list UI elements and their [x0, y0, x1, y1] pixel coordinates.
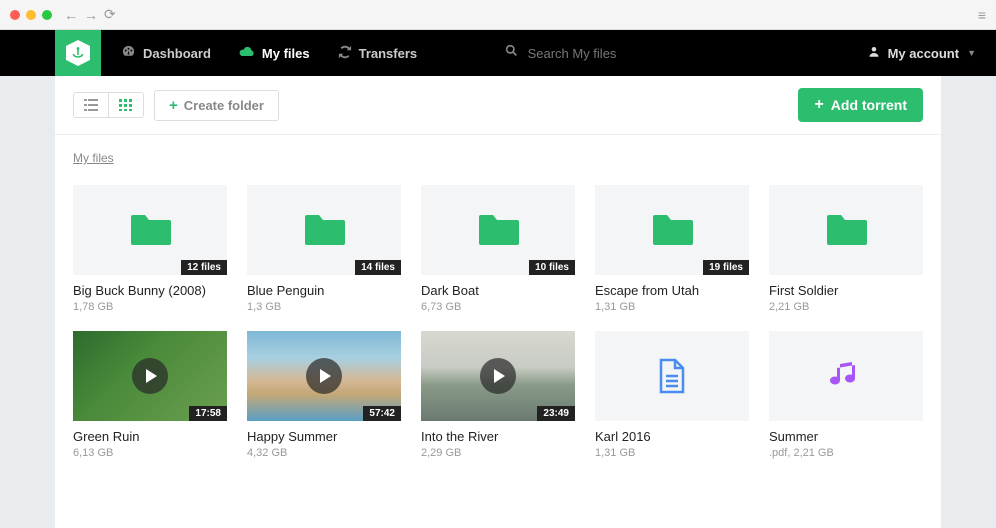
account-label: My account — [888, 46, 960, 61]
button-label: Add torrent — [831, 97, 907, 113]
file-card[interactable]: 10 files Dark Boat 6,73 GB — [421, 185, 575, 313]
file-card[interactable]: 19 files Escape from Utah 1,31 GB — [595, 185, 749, 313]
nav-label: Transfers — [359, 46, 418, 61]
search-area — [505, 30, 648, 76]
folder-icon — [129, 213, 171, 247]
duration-badge: 57:42 — [363, 406, 401, 421]
file-title: Into the River — [421, 429, 575, 444]
file-title: Karl 2016 — [595, 429, 749, 444]
file-title: Summer — [769, 429, 923, 444]
duration-badge: 23:49 — [537, 406, 575, 421]
search-icon — [505, 44, 518, 62]
file-card[interactable]: 57:42 Happy Summer 4,32 GB — [247, 331, 401, 459]
file-meta: 4,32 GB — [247, 447, 401, 459]
file-count-badge: 12 files — [181, 260, 227, 275]
thumbnail: 19 files — [595, 185, 749, 275]
file-meta: 1,31 GB — [595, 301, 749, 313]
back-arrow-icon[interactable]: ← — [64, 7, 78, 23]
file-title: Green Ruin — [73, 429, 227, 444]
music-icon — [830, 360, 862, 392]
close-window-icon[interactable] — [10, 10, 20, 20]
breadcrumb[interactable]: My files — [55, 135, 941, 175]
file-card[interactable]: 12 files Big Buck Bunny (2008) 1,78 GB — [73, 185, 227, 313]
nav-label: My files — [262, 46, 310, 61]
file-meta: 6,73 GB — [421, 301, 575, 313]
nav-myfiles[interactable]: My files — [239, 46, 310, 61]
grid-icon — [119, 99, 133, 111]
file-card[interactable]: 14 files Blue Penguin 1,3 GB — [247, 185, 401, 313]
file-card[interactable]: 23:49 Into the River 2,29 GB — [421, 331, 575, 459]
thumbnail: 23:49 — [421, 331, 575, 421]
thumbnail — [769, 185, 923, 275]
account-menu[interactable]: My account ▼ — [868, 30, 976, 76]
nav-label: Dashboard — [143, 46, 211, 61]
add-torrent-button[interactable]: + Add torrent — [798, 88, 923, 122]
thumbnail: 57:42 — [247, 331, 401, 421]
file-meta: .pdf, 2,21 GB — [769, 447, 923, 459]
file-title: First Soldier — [769, 283, 923, 298]
folder-icon — [477, 213, 519, 247]
thumbnail: 12 files — [73, 185, 227, 275]
button-label: Create folder — [184, 98, 264, 113]
list-icon — [84, 99, 98, 111]
folder-icon — [651, 213, 693, 247]
window-controls — [10, 10, 52, 20]
folder-icon — [303, 213, 345, 247]
file-card[interactable]: Karl 2016 1,31 GB — [595, 331, 749, 459]
grid-view-button[interactable] — [108, 93, 143, 117]
file-title: Escape from Utah — [595, 283, 749, 298]
dashboard-icon — [121, 44, 136, 62]
thumbnail — [595, 331, 749, 421]
forward-arrow-icon[interactable]: → — [84, 7, 98, 23]
file-meta: 2,21 GB — [769, 301, 923, 313]
content-panel: + Create folder + Add torrent My files 1… — [55, 76, 941, 528]
user-icon — [868, 45, 880, 61]
plus-icon: + — [169, 97, 178, 114]
top-nav: Dashboard My files Transfers My account … — [0, 30, 996, 76]
maximize-window-icon[interactable] — [42, 10, 52, 20]
search-input[interactable] — [528, 46, 648, 61]
folder-icon — [825, 213, 867, 247]
browser-chrome: ← → ⟳ ≡ — [0, 0, 996, 30]
thumbnail: 10 files — [421, 185, 575, 275]
file-title: Dark Boat — [421, 283, 575, 298]
toolbar: + Create folder + Add torrent — [55, 76, 941, 135]
list-view-button[interactable] — [74, 93, 108, 117]
thumbnail: 17:58 — [73, 331, 227, 421]
create-folder-button[interactable]: + Create folder — [154, 90, 279, 121]
thumbnail: 14 files — [247, 185, 401, 275]
play-icon — [480, 358, 516, 394]
file-card[interactable]: First Soldier 2,21 GB — [769, 185, 923, 313]
play-icon — [306, 358, 342, 394]
file-card[interactable]: Summer .pdf, 2,21 GB — [769, 331, 923, 459]
file-grid: 12 files Big Buck Bunny (2008) 1,78 GB 14 f… — [55, 175, 941, 479]
duration-badge: 17:58 — [189, 406, 227, 421]
file-meta: 6,13 GB — [73, 447, 227, 459]
file-title: Big Buck Bunny (2008) — [73, 283, 227, 298]
document-icon — [657, 358, 687, 394]
nav-transfers[interactable]: Transfers — [338, 45, 418, 62]
minimize-window-icon[interactable] — [26, 10, 36, 20]
chevron-down-icon: ▼ — [967, 48, 976, 58]
file-count-badge: 19 files — [703, 260, 749, 275]
file-card[interactable]: 17:58 Green Ruin 6,13 GB — [73, 331, 227, 459]
file-title: Blue Penguin — [247, 283, 401, 298]
file-meta: 1,78 GB — [73, 301, 227, 313]
play-icon — [132, 358, 168, 394]
view-toggle — [73, 92, 144, 118]
cloud-icon — [239, 46, 255, 61]
file-meta: 1,31 GB — [595, 447, 749, 459]
app-logo[interactable] — [55, 30, 101, 76]
reload-icon[interactable]: ⟳ — [104, 6, 116, 23]
file-meta: 2,29 GB — [421, 447, 575, 459]
file-meta: 1,3 GB — [247, 301, 401, 313]
file-count-badge: 10 files — [529, 260, 575, 275]
nav-dashboard[interactable]: Dashboard — [121, 44, 211, 62]
plus-icon: + — [814, 96, 823, 114]
transfers-icon — [338, 45, 352, 62]
thumbnail — [769, 331, 923, 421]
file-count-badge: 14 files — [355, 260, 401, 275]
file-title: Happy Summer — [247, 429, 401, 444]
menu-icon[interactable]: ≡ — [978, 7, 986, 23]
